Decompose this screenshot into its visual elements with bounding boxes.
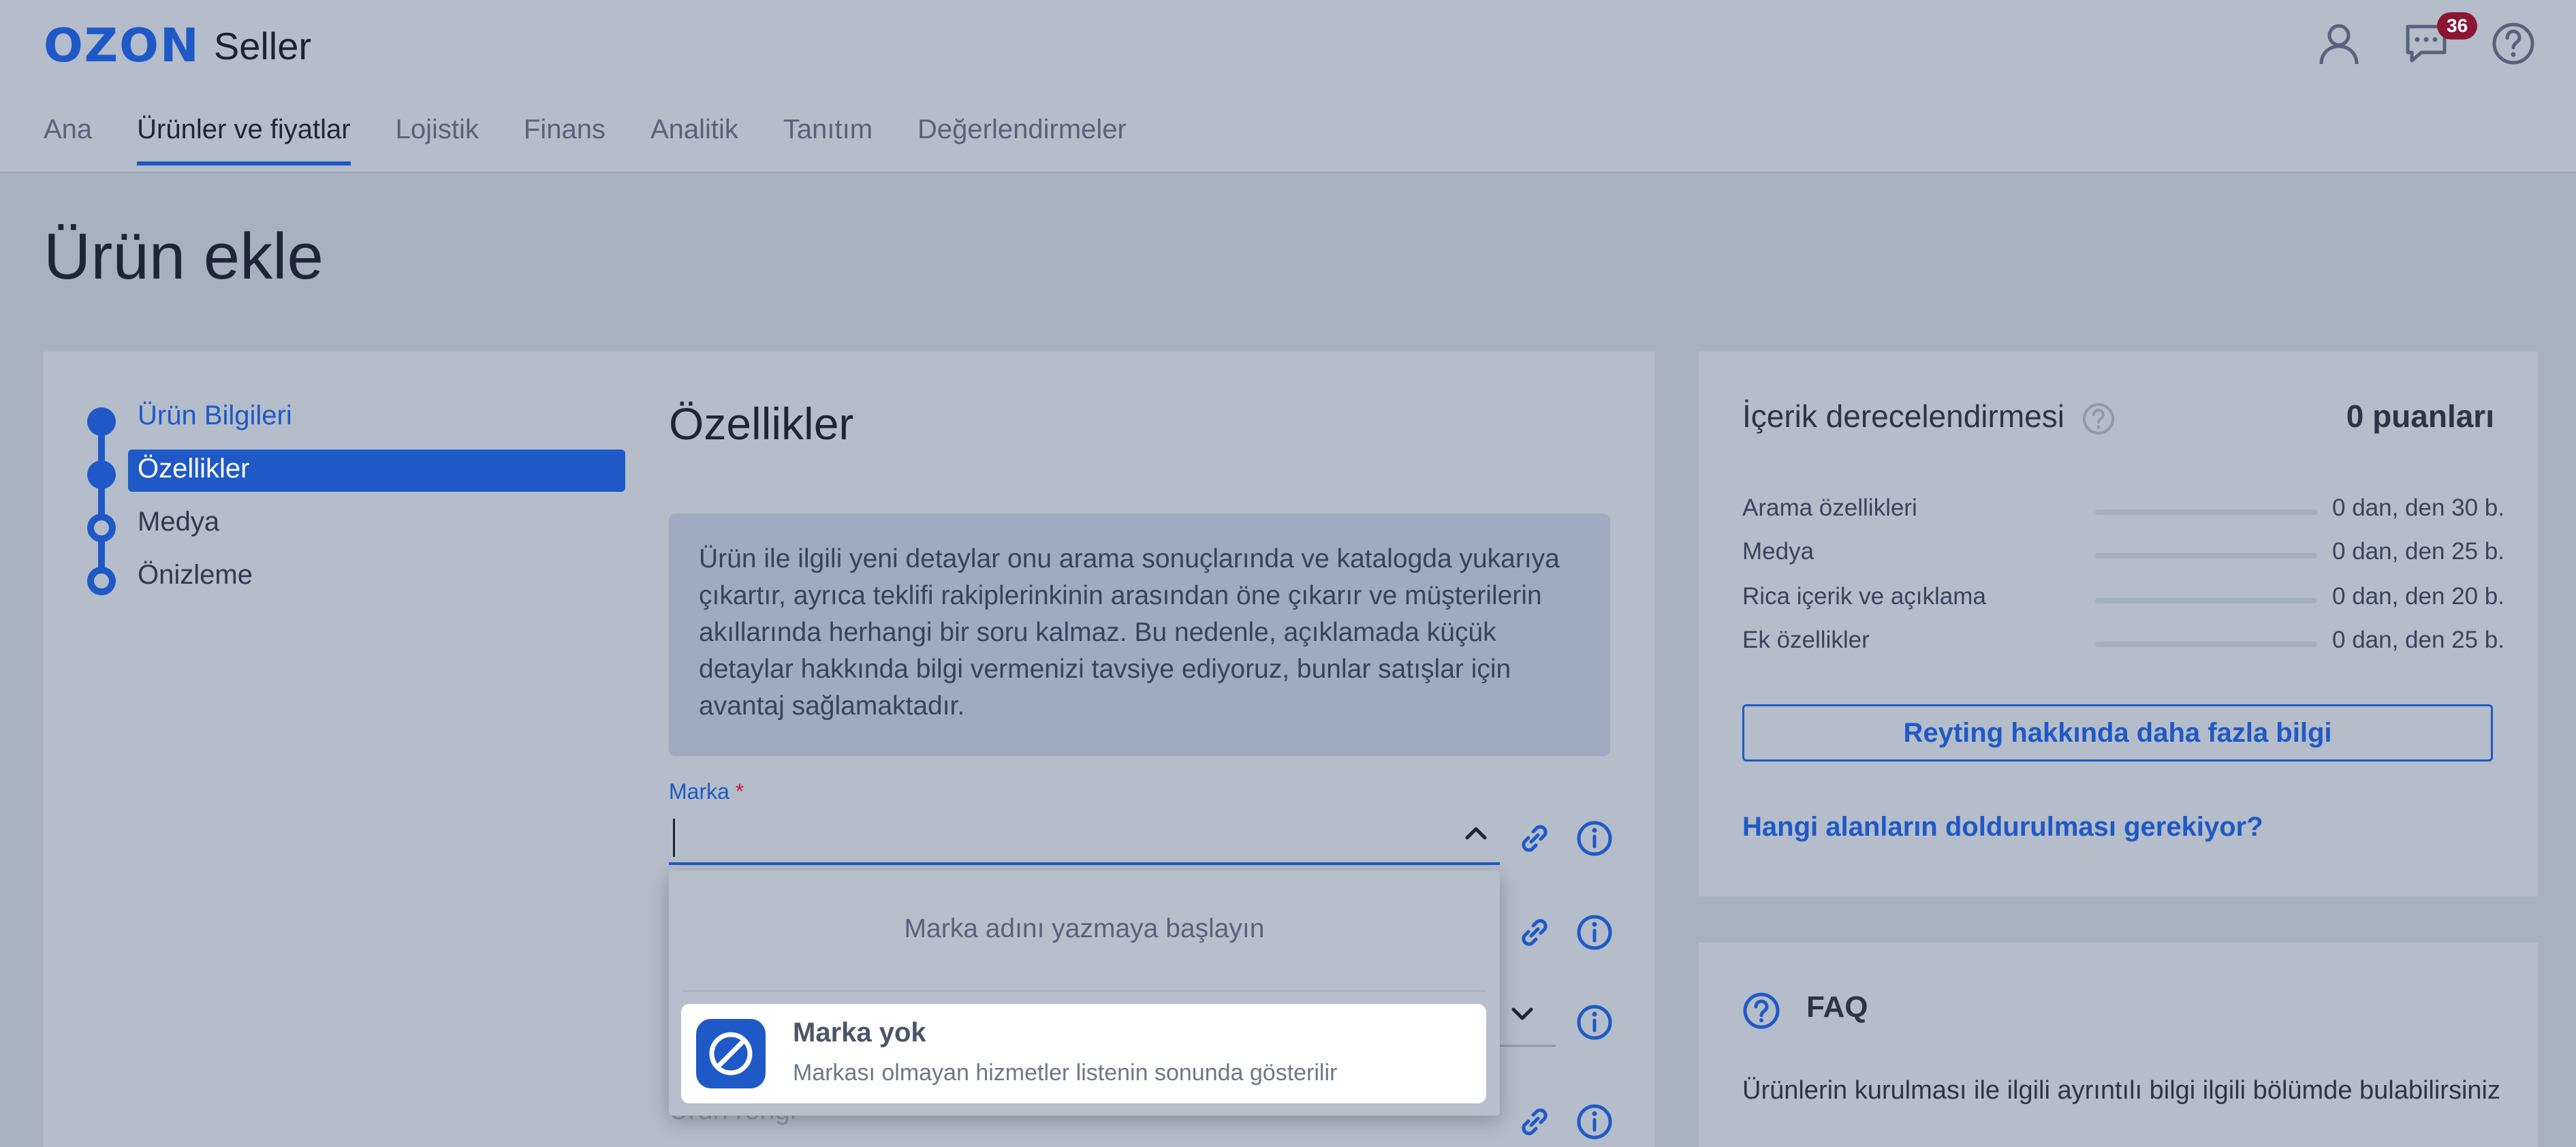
step-label: Önizleme [138, 560, 253, 590]
rating-row: Rica içerik ve açıklama 0 dan, den 20 b. [1742, 583, 2519, 616]
nav-analitik[interactable]: Analitik [650, 114, 738, 163]
link-icon[interactable] [1516, 1103, 1553, 1144]
brand-field-actions [1516, 820, 1613, 860]
nav-finans[interactable]: Finans [524, 114, 606, 163]
rating-row: Medya 0 dan, den 25 b. [1742, 538, 2519, 571]
rating-row-value: 0 dan, den 30 b. [2332, 494, 2504, 521]
text-caret [673, 819, 675, 857]
nav-ana[interactable]: Ana [44, 114, 92, 163]
content-rating-card: İçerik derecelendirmesi 0 puanları Arama… [1699, 351, 2538, 896]
nav-urunler-ve-fiyatlar[interactable]: Ürünler ve fiyatlar [137, 114, 351, 166]
brand-label-text: Marka [669, 779, 729, 804]
required-fields-link[interactable]: Hangi alanların doldurulması gerekiyor? [1742, 812, 2263, 843]
info-icon[interactable] [1576, 1103, 1613, 1144]
rating-row: Ek özellikler 0 dan, den 25 b. [1742, 627, 2519, 659]
rating-row-value: 0 dan, den 20 b. [2332, 583, 2504, 610]
ozon-seller-logo[interactable]: OZON Seller [44, 19, 311, 73]
question-icon[interactable] [2082, 402, 2116, 439]
rating-progress-bar [2095, 598, 2317, 603]
faq-title: FAQ [1806, 990, 1868, 1024]
rating-points: 0 puanları [2346, 398, 2494, 434]
rating-row-value: 0 dan, den 25 b. [2332, 538, 2504, 565]
rating-row-label: Arama özellikleri [1742, 494, 1917, 521]
top-bar: OZON Seller 36 Ana Ürünler ve fiyatlar L… [0, 0, 2576, 173]
product-form-card: Ürün Bilgileri Özellikler Medya Önizleme… [44, 351, 1655, 1147]
field-4-actions [1516, 1103, 1613, 1144]
rating-row-label: Rica içerik ve açıklama [1742, 583, 1986, 610]
nav-tanitim[interactable]: Tanıtım [783, 114, 873, 163]
brand-dropdown: Marka adını yazmaya başlayın Marka yok M… [669, 870, 1500, 1116]
user-icon[interactable] [2314, 19, 2363, 68]
step-dot-todo [87, 514, 116, 542]
no-brand-option[interactable]: Marka yok Markası olmayan hizmetler list… [681, 1004, 1486, 1103]
logo-brand: OZON [44, 19, 200, 73]
required-mark: * [735, 779, 744, 804]
logo-product: Seller [213, 25, 312, 67]
info-box: Ürün ile ilgili yeni detaylar onu arama … [669, 514, 1610, 756]
rating-row-value: 0 dan, den 25 b. [2332, 627, 2504, 653]
page-title: Ürün ekle [44, 220, 324, 293]
rating-progress-bar [2095, 553, 2317, 559]
link-icon[interactable] [1516, 914, 1553, 954]
nav-degerlendirmeler[interactable]: Değerlendirmeler [917, 114, 1127, 163]
main-nav: Ana Ürünler ve fiyatlar Lojistik Finans … [44, 114, 1127, 166]
question-icon [1742, 992, 1780, 1033]
field-3-actions [1576, 1004, 1613, 1044]
rating-row: Arama özellikleri 0 dan, den 30 b. [1742, 494, 2519, 527]
step-label: Medya [138, 507, 220, 537]
brand-input[interactable] [669, 808, 1500, 865]
rating-title: İçerik derecelendirmesi [1742, 398, 2064, 434]
step-label: Ürün Bilgileri [138, 400, 292, 430]
field-2-actions [1516, 914, 1613, 954]
chevron-up-icon[interactable] [1464, 826, 1488, 844]
rating-progress-bar [2095, 509, 2317, 515]
top-icons: 36 [2314, 12, 2538, 68]
brand-label: Marka * [669, 779, 744, 804]
rating-progress-bar [2095, 642, 2317, 647]
step-urun-bilgileri[interactable]: Ürün Bilgileri [78, 398, 623, 439]
step-ozellikler[interactable]: Özellikler [78, 450, 625, 492]
dropdown-hint: Marka adını yazmaya başlayın [904, 914, 1265, 943]
section-title: Özellikler [669, 398, 854, 449]
step-dot-done [87, 407, 116, 436]
rating-row-label: Ek özellikler [1742, 627, 1870, 653]
faq-text: Ürünlerin kurulması ile ilgili ayrıntılı… [1742, 1076, 2500, 1105]
dropdown-divider [682, 990, 1486, 992]
help-icon[interactable] [2489, 19, 2538, 68]
link-icon[interactable] [1516, 820, 1553, 860]
faq-card: FAQ Ürünlerin kurulması ile ilgili ayrın… [1699, 943, 2538, 1147]
info-icon[interactable] [1576, 1004, 1613, 1044]
rating-more-info-button[interactable]: Reyting hakkında daha fazla bilgi [1742, 704, 2493, 761]
info-icon[interactable] [1576, 914, 1613, 954]
chat-icon[interactable]: 36 [2402, 12, 2478, 68]
chevron-down-icon[interactable] [1511, 1007, 1534, 1025]
step-label: Özellikler [138, 454, 250, 484]
step-dot-current [87, 460, 116, 489]
nav-lojistik[interactable]: Lojistik [396, 114, 479, 163]
notification-badge: 36 [2437, 12, 2478, 40]
info-icon[interactable] [1576, 820, 1613, 860]
no-entry-icon [696, 1019, 766, 1088]
step-dot-todo [87, 567, 116, 595]
step-onizleme[interactable]: Önizleme [78, 557, 623, 598]
option-title: Marka yok [793, 1018, 926, 1048]
step-medya[interactable]: Medya [78, 504, 623, 545]
option-subtitle: Markası olmayan hizmetler listenin sonun… [793, 1060, 1338, 1086]
rating-row-label: Medya [1742, 538, 1815, 565]
